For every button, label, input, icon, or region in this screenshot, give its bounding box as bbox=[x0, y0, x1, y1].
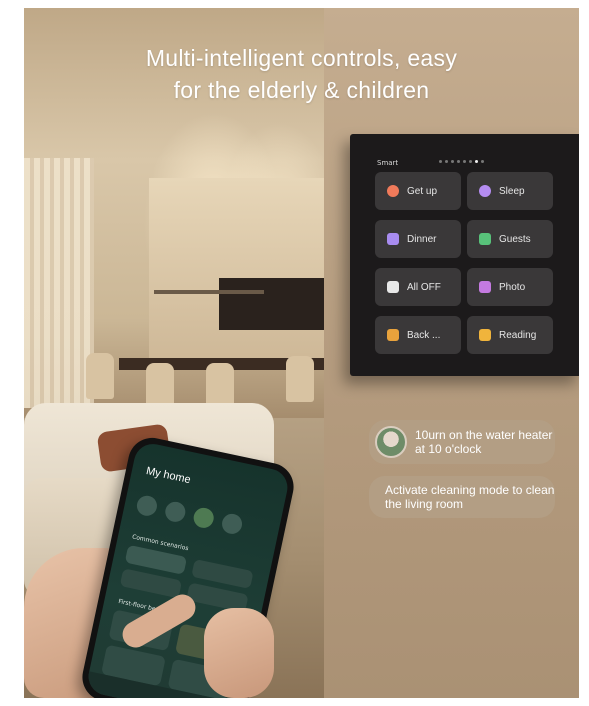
scene-tile-reading[interactable]: Reading bbox=[467, 316, 553, 354]
scene-tile-back[interactable]: Back ... bbox=[375, 316, 461, 354]
built-in-oven bbox=[219, 278, 324, 330]
chair bbox=[86, 353, 114, 399]
scene-tile-all-off[interactable]: All OFF bbox=[375, 268, 461, 306]
pendant-lamp bbox=[154, 290, 264, 294]
tile-label: Back ... bbox=[407, 329, 441, 341]
kitchen-cabinets bbox=[149, 178, 324, 368]
shortcut-icon[interactable] bbox=[220, 512, 244, 536]
shortcut-icon[interactable] bbox=[191, 505, 216, 530]
scene-tile-sleep[interactable]: Sleep bbox=[467, 172, 553, 210]
bubble-text: Activate cleaning mode to clean the livi… bbox=[385, 483, 555, 511]
tile-label: Get up bbox=[407, 185, 438, 197]
curtain bbox=[24, 158, 94, 408]
scene-tile-get-up[interactable]: Get up bbox=[375, 172, 461, 210]
voice-command-bubble: 10urn on the water heater at 10 o'clock bbox=[369, 420, 555, 464]
smart-wall-panel: Smart Get up Sleep Dinner Guests All OFF… bbox=[350, 134, 579, 376]
device-shortcuts bbox=[135, 493, 244, 536]
tile-label: Dinner bbox=[407, 233, 437, 245]
lamp-icon bbox=[387, 281, 399, 293]
page-indicator bbox=[439, 160, 484, 163]
tile-label: Photo bbox=[499, 281, 526, 293]
phone-title: My home bbox=[144, 465, 192, 487]
moon-icon bbox=[479, 185, 491, 197]
tile-label: All OFF bbox=[407, 281, 441, 293]
tile-label: Guests bbox=[499, 233, 531, 245]
scene-tile-photo[interactable]: Photo bbox=[467, 268, 553, 306]
bubble-text: 10urn on the water heater at 10 o'clock bbox=[415, 428, 553, 456]
scene-tile-dinner[interactable]: Dinner bbox=[375, 220, 461, 258]
tile-label: Reading bbox=[499, 329, 537, 341]
headline-line-1: Multi-intelligent controls, easy bbox=[145, 45, 458, 71]
camera-icon bbox=[479, 281, 491, 293]
product-image: Multi-intelligent controls, easy for the… bbox=[24, 8, 579, 698]
panel-title: Smart bbox=[377, 159, 399, 167]
book-icon bbox=[479, 329, 491, 341]
chair bbox=[286, 356, 314, 402]
shortcut-icon[interactable] bbox=[163, 499, 188, 524]
sun-icon bbox=[387, 185, 399, 197]
bowl-icon bbox=[387, 233, 399, 245]
headline: Multi-intelligent controls, easy for the… bbox=[24, 42, 579, 106]
scene-tile-guests[interactable]: Guests bbox=[467, 220, 553, 258]
tile-label: Sleep bbox=[499, 185, 525, 197]
walk-icon bbox=[387, 329, 399, 341]
headline-line-2: for the elderly & children bbox=[173, 77, 430, 103]
shortcut-icon[interactable] bbox=[135, 493, 159, 518]
avatar bbox=[375, 426, 407, 458]
voice-command-bubble: Activate cleaning mode to clean the livi… bbox=[369, 476, 555, 518]
sofa-icon bbox=[479, 233, 491, 245]
fingers bbox=[204, 608, 274, 698]
